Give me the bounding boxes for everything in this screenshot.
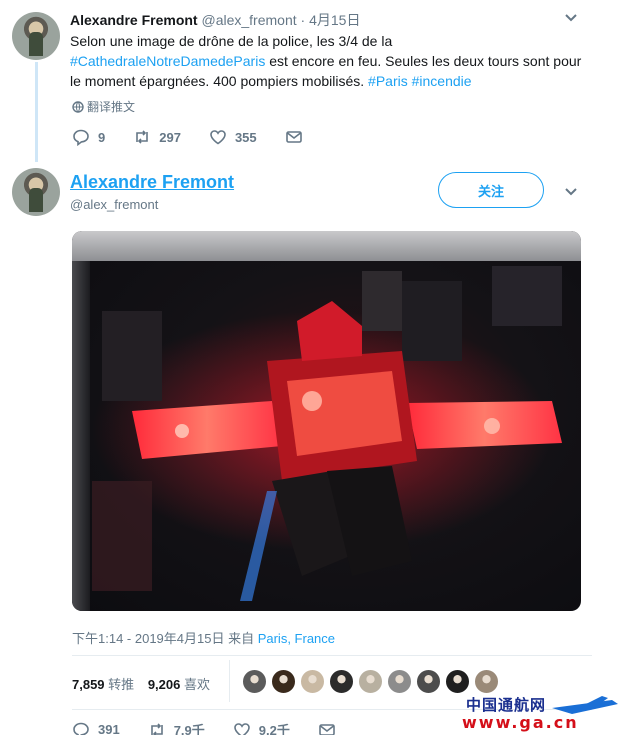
tweet-text: Selon une image de drône de la police, l… bbox=[70, 33, 582, 89]
liker-avatar[interactable] bbox=[300, 669, 325, 694]
liker-avatar[interactable] bbox=[445, 669, 470, 694]
avatar[interactable] bbox=[12, 168, 60, 216]
author-name[interactable]: Alexandre Fremont bbox=[70, 172, 234, 193]
divider bbox=[229, 660, 230, 702]
like-button[interactable]: 355 bbox=[209, 128, 257, 146]
retweet-icon bbox=[136, 130, 149, 144]
author-handle[interactable]: @alex_fremont bbox=[70, 197, 158, 212]
envelope-icon bbox=[285, 131, 302, 143]
like-total[interactable]: 9,206 bbox=[148, 677, 181, 692]
reply-button[interactable]: 9 bbox=[72, 128, 105, 146]
watermark-name: 中国通航网 bbox=[466, 696, 547, 714]
hashtag-link[interactable]: #CathedraleNotreDamedeParis bbox=[70, 53, 265, 69]
liker-avatar[interactable] bbox=[416, 669, 441, 694]
tweet-photo[interactable] bbox=[72, 231, 581, 611]
reply-button[interactable]: 391 bbox=[72, 721, 120, 735]
globe-icon bbox=[72, 101, 84, 113]
retweet-button[interactable]: 7.9千 bbox=[148, 720, 205, 735]
author-handle[interactable]: @alex_fremont bbox=[201, 12, 296, 28]
heart-icon bbox=[210, 130, 226, 145]
author-name[interactable]: Alexandre Fremont bbox=[70, 12, 198, 28]
liker-avatar[interactable] bbox=[329, 669, 354, 694]
thread-connector-line bbox=[35, 62, 38, 162]
reply-count: 9 bbox=[98, 129, 106, 145]
envelope-icon bbox=[319, 723, 335, 735]
liker-avatar[interactable] bbox=[242, 669, 267, 694]
hashtag-link[interactable]: #Paris bbox=[368, 73, 408, 89]
tweet-header: Alexandre Fremont @alex_fremont · 4月15日 bbox=[70, 12, 361, 28]
retweet-button[interactable]: 297 bbox=[133, 128, 181, 146]
direct-message-button[interactable] bbox=[318, 721, 344, 735]
liker-avatars bbox=[242, 669, 503, 694]
tweet-actions: 9 297 355 bbox=[72, 128, 339, 146]
liker-avatar[interactable] bbox=[474, 669, 499, 694]
burning-cathedral-image bbox=[92, 266, 562, 601]
tweet-date[interactable]: 4月15日 bbox=[309, 12, 360, 28]
retweet-count: 297 bbox=[159, 129, 181, 145]
divider bbox=[72, 655, 592, 656]
reply-icon bbox=[73, 129, 89, 146]
translate-tweet-link[interactable]: 翻译推文 bbox=[72, 98, 135, 115]
retweet-total[interactable]: 7,859 bbox=[72, 677, 105, 692]
liker-avatar[interactable] bbox=[271, 669, 296, 694]
hashtag-link[interactable]: #incendie bbox=[412, 73, 472, 89]
liker-avatar[interactable] bbox=[358, 669, 383, 694]
direct-message-button[interactable] bbox=[285, 128, 311, 146]
avatar[interactable] bbox=[12, 12, 60, 60]
tweet-timestamp: 下午1:14 - 2019年4月15日 来自 Paris, France bbox=[72, 631, 336, 646]
chevron-down-icon[interactable] bbox=[564, 184, 578, 200]
like-button[interactable]: 9.2千 bbox=[233, 720, 290, 735]
engagement-stats: 7,859 转推 9,206 喜欢 bbox=[72, 677, 210, 692]
like-count: 9.2千 bbox=[258, 723, 290, 735]
watermark-url: www.ga.cn bbox=[462, 713, 579, 732]
like-count: 355 bbox=[234, 129, 257, 145]
follow-button[interactable]: 关注 bbox=[438, 172, 544, 208]
reply-icon bbox=[73, 722, 89, 735]
reply-count: 391 bbox=[98, 722, 120, 735]
retweet-count: 7.9千 bbox=[173, 723, 205, 735]
chevron-down-icon[interactable] bbox=[564, 10, 578, 26]
retweet-icon bbox=[150, 722, 163, 735]
location-link[interactable]: Paris, France bbox=[258, 631, 335, 646]
liker-avatar[interactable] bbox=[387, 669, 412, 694]
tweet-actions: 391 7.9千 9.2千 bbox=[72, 720, 372, 735]
heart-icon bbox=[233, 722, 250, 735]
